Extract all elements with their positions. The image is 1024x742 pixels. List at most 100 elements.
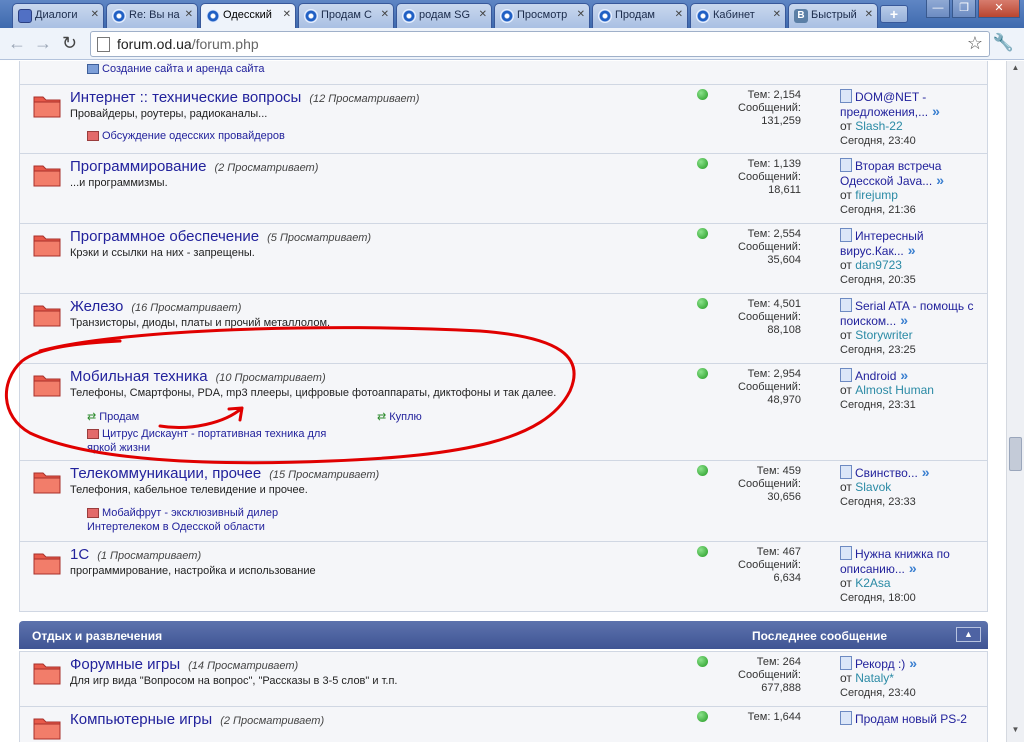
last-post-time: Сегодня, 18:00 (840, 592, 916, 604)
close-icon[interactable]: ✕ (865, 9, 873, 20)
close-icon[interactable]: ✕ (577, 9, 585, 20)
status-icon (697, 89, 708, 100)
folder-icon (33, 235, 61, 257)
go-to-post-icon[interactable]: » (922, 464, 930, 480)
last-post-user[interactable]: Storywriter (855, 328, 912, 342)
dialog-icon (18, 9, 32, 23)
close-icon[interactable]: ✕ (283, 9, 291, 20)
tab-sell[interactable]: Продам ✕ (592, 3, 688, 28)
last-post-user[interactable]: firejump (855, 188, 898, 202)
address-path: /forum.php (191, 36, 259, 52)
scroll-down-icon[interactable]: ▼ (1009, 725, 1022, 737)
close-icon[interactable]: ✕ (675, 9, 683, 20)
vertical-scrollbar[interactable]: ▲ ▼ (1006, 61, 1024, 742)
forum-title[interactable]: 1С (1 Просматривает) (70, 546, 201, 563)
viewer-count: (14 Просматривает) (188, 660, 299, 672)
wrench-icon[interactable]: 🔧 (993, 33, 1014, 53)
last-post: Продам новый PS-2 (840, 711, 990, 726)
reload-icon[interactable]: ↻ (62, 34, 77, 52)
tab-label: родам SG (419, 9, 471, 21)
tab-cabinet[interactable]: Кабинет ✕ (690, 3, 786, 28)
last-post-title[interactable]: Нужна книжка по описанию... (840, 547, 950, 576)
collapse-icon[interactable]: ▲ (956, 627, 981, 642)
last-post-user[interactable]: Slash-22 (855, 119, 902, 133)
tab-re[interactable]: Re: Вы на ✕ (106, 3, 198, 28)
last-post-user[interactable]: K2Asa (855, 576, 890, 590)
subforum-shop-link[interactable]: Цитрус Дискаунт - портативная техника дл… (87, 428, 326, 440)
bookmark-star-icon[interactable]: ☆ (967, 33, 983, 54)
last-post-user[interactable]: Slavok (855, 480, 891, 494)
subforum-shop-link-cont[interactable]: яркой жизни (87, 442, 150, 454)
forum-title[interactable]: Компьютерные игры (2 Просматривает) (70, 711, 324, 728)
status-icon (697, 298, 708, 309)
maximize-icon[interactable]: ❐ (952, 0, 976, 18)
page-viewport: Создание сайта и аренда сайта Интернет :… (0, 61, 1006, 742)
forum-title[interactable]: Телекоммуникации, прочее (15 Просматривае… (70, 465, 379, 482)
forum-title[interactable]: Железо (16 Просматривает) (70, 298, 241, 315)
site-icon (304, 9, 318, 23)
go-to-post-icon[interactable]: » (932, 103, 940, 119)
new-tab-button[interactable]: + (880, 5, 908, 23)
forum-row: Мобильная техника (10 Просматривает) Теле… (19, 364, 988, 461)
last-post: Serial ATA - помощь с поиском...» от Sto… (840, 298, 974, 356)
forum-title[interactable]: Интернет :: технические вопросы (12 Просм… (70, 89, 419, 106)
close-icon[interactable]: ✕ (185, 9, 193, 20)
last-post-user[interactable]: Nataly* (855, 671, 894, 685)
last-post-time: Сегодня, 23:40 (840, 687, 916, 699)
close-icon[interactable]: ✕ (381, 9, 389, 20)
scroll-thumb[interactable] (1009, 437, 1022, 471)
last-post-title[interactable]: Продам новый PS-2 (855, 712, 967, 726)
close-icon[interactable]: ✕ (479, 9, 487, 20)
tab-quick[interactable]: B Быстрый ✕ (788, 3, 878, 28)
last-post-title[interactable]: DOM@NET - предложения,... (840, 90, 928, 119)
close-icon[interactable]: ✕ (91, 9, 99, 20)
minimize-icon[interactable]: — (926, 0, 950, 18)
last-post-title[interactable]: Свинство... (855, 466, 918, 480)
close-window-icon[interactable]: ✕ (978, 0, 1020, 18)
browser-toolbar: ← → ↻ forum.od.ua/forum.php ☆ 🔧 (0, 28, 1024, 60)
last-post-title[interactable]: Вторая встреча Одесской Java... (840, 159, 941, 188)
subforum-shop-link-cont[interactable]: Интертелеком в Одесской области (87, 521, 265, 533)
tab-sell-c[interactable]: Продам С ✕ (298, 3, 394, 28)
last-post-time: Сегодня, 20:35 (840, 274, 916, 286)
subforum-buy-link[interactable]: Куплю (377, 410, 422, 423)
last-post-user[interactable]: Almost Human (855, 383, 934, 397)
last-post-user[interactable]: dan9723 (855, 258, 902, 272)
last-post-title[interactable]: Рекорд :) (855, 657, 905, 671)
site-icon (402, 9, 416, 23)
tab-sg[interactable]: родам SG ✕ (396, 3, 492, 28)
subforum-link[interactable]: Обсуждение одесских провайдеров (87, 130, 285, 142)
last-post-title[interactable]: Android (855, 369, 896, 383)
scroll-up-icon[interactable]: ▲ (1009, 63, 1022, 75)
forum-row: Программирование (2 Просматривает) ...и п… (19, 154, 988, 224)
tab-view[interactable]: Просмотр ✕ (494, 3, 590, 28)
forum-description: Для игр вида "Вопросом на вопрос", "Расс… (70, 675, 398, 687)
go-to-post-icon[interactable]: » (900, 312, 908, 328)
tab-label: Продам (615, 9, 655, 21)
back-icon[interactable]: ← (8, 34, 26, 52)
status-icon (697, 465, 708, 476)
forum-title[interactable]: Мобильная техника (10 Просматривает) (70, 368, 326, 385)
tab-dialogs[interactable]: Диалоги ✕ (12, 3, 104, 28)
subforum-shop-link[interactable]: Мобайфрут - эксклюзивный дилер (87, 507, 278, 519)
document-icon (840, 298, 852, 312)
subforum-sell-link[interactable]: Продам (87, 410, 139, 423)
go-to-post-icon[interactable]: » (936, 172, 944, 188)
forum-title[interactable]: Форумные игры (14 Просматривает) (70, 656, 298, 673)
tab-active[interactable]: Одесский ✕ (200, 3, 296, 29)
forum-stats: Тем: 2,154 Сообщений: 131,259 (738, 89, 801, 127)
close-icon[interactable]: ✕ (773, 9, 781, 20)
forward-icon[interactable]: → (34, 34, 52, 52)
go-to-post-icon[interactable]: » (908, 242, 916, 258)
forum-title[interactable]: Программирование (2 Просматривает) (70, 158, 318, 175)
last-post: Нужна книжка по описанию...» от K2Asa Се… (840, 546, 950, 604)
viewer-count: (1 Просматривает) (97, 550, 202, 562)
go-to-post-icon[interactable]: » (909, 655, 917, 671)
category-title[interactable]: Отдых и развлечения (32, 629, 162, 643)
forum-title[interactable]: Программное обеспечение (5 Просматривает) (70, 228, 371, 245)
subforum-link[interactable]: Создание сайта и аренда сайта (87, 63, 265, 75)
go-to-post-icon[interactable]: » (900, 367, 908, 383)
last-post: Свинство...» от Slavok Сегодня, 23:33 (840, 464, 930, 508)
address-bar[interactable]: forum.od.ua/forum.php ☆ (90, 31, 990, 57)
go-to-post-icon[interactable]: » (909, 560, 917, 576)
